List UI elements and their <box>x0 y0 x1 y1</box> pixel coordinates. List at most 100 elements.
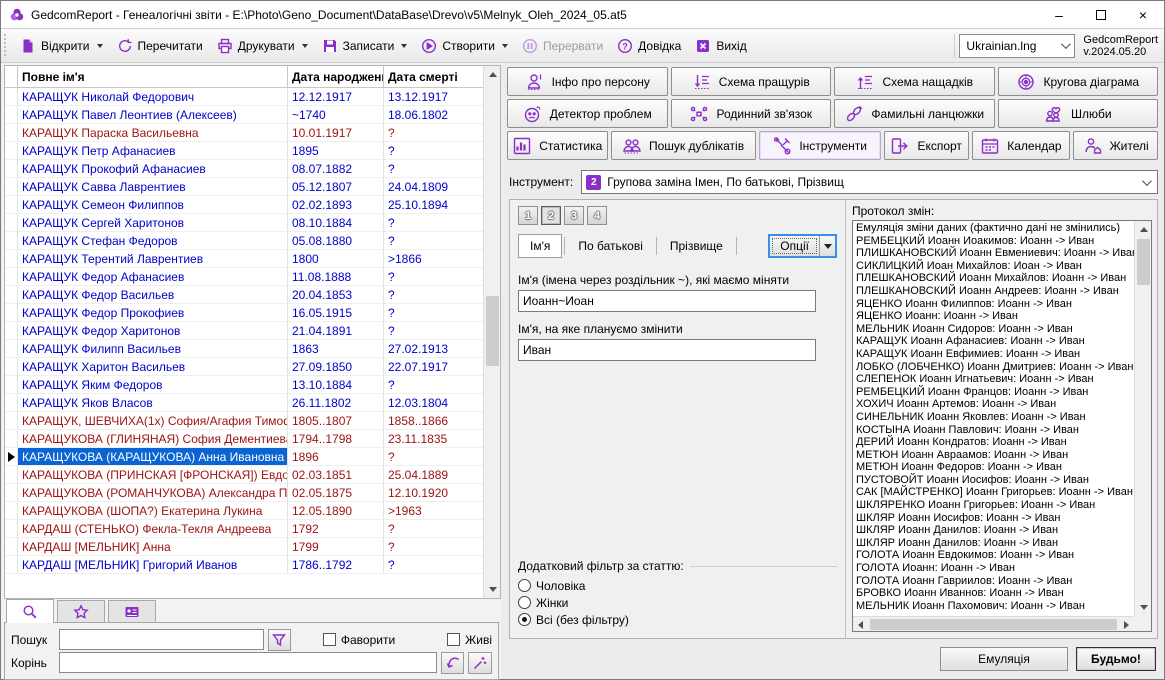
table-row[interactable]: КАРАЩУКОВА (ГЛИНЯНАЯ) София Дементиева17… <box>5 430 500 448</box>
cell-birth-date[interactable]: 10.01.1917 <box>288 124 384 141</box>
cell-birth-date[interactable]: 11.08.1888 <box>288 268 384 285</box>
cell-birth-date[interactable]: 1786..1792 <box>288 556 384 573</box>
cell-death-date[interactable]: 22.07.1917 <box>384 358 472 375</box>
table-vertical-scrollbar[interactable] <box>483 66 500 598</box>
cell-full-name[interactable]: КАРАЩУК Параска Васильевна <box>18 124 288 141</box>
cell-death-date[interactable]: ? <box>384 214 472 231</box>
chevron-down-icon[interactable] <box>502 44 508 48</box>
cell-birth-date[interactable]: 13.10.1884 <box>288 376 384 393</box>
chevron-down-icon[interactable] <box>401 44 407 48</box>
cell-death-date[interactable]: >1866 <box>384 250 472 267</box>
feature-residents-button[interactable]: Жителі <box>1073 131 1158 160</box>
table-row[interactable]: КАРАЩУК Сергей Харитонов08.10.1884? <box>5 214 500 232</box>
cell-death-date[interactable]: 12.03.1804 <box>384 394 472 411</box>
cell-death-date[interactable]: ? <box>384 304 472 321</box>
cell-full-name[interactable]: КАРАЩУК Федор Прокофиев <box>18 304 288 321</box>
scroll-right-icon[interactable] <box>1119 617 1134 632</box>
feature-descendants-scheme-button[interactable]: Схема нащадків <box>834 67 995 96</box>
feature-calendar-button[interactable]: Календар <box>972 131 1071 160</box>
cell-full-name[interactable]: КАРАЩУК Прокофий Афанасиев <box>18 160 288 177</box>
feature-family-chains-button[interactable]: Фамильні ланцюжки <box>834 99 995 128</box>
cell-death-date[interactable]: 18.06.1802 <box>384 106 472 123</box>
cell-birth-date[interactable]: 12.05.1890 <box>288 502 384 519</box>
header-birth-date[interactable]: Дата народження <box>288 66 384 87</box>
tool-select[interactable]: 2 Групова заміна Імен, По батькові, Пріз… <box>581 170 1158 194</box>
cell-birth-date[interactable]: 20.04.1853 <box>288 286 384 303</box>
emulation-button[interactable]: Емуляція <box>940 647 1068 671</box>
cell-full-name[interactable]: КАРАЩУК Терентий Лаврентиев <box>18 250 288 267</box>
cell-full-name[interactable]: КАРАЩУКОВА (КАРАЩУКОВА) Анна Ивановна <box>18 448 288 465</box>
person-tab-magnifier[interactable] <box>6 599 54 623</box>
cell-birth-date[interactable]: 21.04.1891 <box>288 322 384 339</box>
cell-birth-date[interactable]: 02.03.1851 <box>288 466 384 483</box>
cell-death-date[interactable]: ? <box>384 286 472 303</box>
cell-birth-date[interactable]: 1800 <box>288 250 384 267</box>
cell-death-date[interactable]: 12.10.1920 <box>384 484 472 501</box>
cell-birth-date[interactable]: 05.08.1880 <box>288 232 384 249</box>
cell-full-name[interactable]: КАРАЩУК Савва Лаврентиев <box>18 178 288 195</box>
gender-radio-0[interactable]: Чоловіка <box>518 577 837 594</box>
cell-full-name[interactable]: КАРАЩУК Стефан Федоров <box>18 232 288 249</box>
cell-full-name[interactable]: КАРАЩУК Павел Леонтиев (Алексеев) <box>18 106 288 123</box>
table-row[interactable]: КАРДАШ [МЕЛЬНИК] Григорий Иванов1786..17… <box>5 556 500 574</box>
filter-button[interactable] <box>268 629 291 651</box>
cell-full-name[interactable]: КАРАЩУК Семеон Филиппов <box>18 196 288 213</box>
step-3-button[interactable]: 3 <box>564 206 584 225</box>
protocol-horizontal-scrollbar[interactable] <box>853 616 1134 631</box>
table-row[interactable]: КАРДАШ [МЕЛЬНИК] Анна1799? <box>5 538 500 556</box>
cell-full-name[interactable]: КАРАЩУК Харитон Васильев <box>18 358 288 375</box>
table-row[interactable]: КАРАЩУК Федор Харитонов21.04.1891? <box>5 322 500 340</box>
search-input[interactable] <box>59 629 264 650</box>
cell-death-date[interactable]: 25.10.1894 <box>384 196 472 213</box>
table-row[interactable]: КАРАЩУК Параска Васильевна10.01.1917? <box>5 124 500 142</box>
cell-birth-date[interactable]: 1792 <box>288 520 384 537</box>
table-scroll-thumb[interactable] <box>486 296 499 366</box>
table-row[interactable]: КАРАЩУК Федор Васильев20.04.1853? <box>5 286 500 304</box>
tab-surname[interactable]: Прізвище <box>659 235 734 257</box>
cell-birth-date[interactable]: 27.09.1850 <box>288 358 384 375</box>
cell-death-date[interactable]: ? <box>384 538 472 555</box>
toolbar-play-circle-button[interactable]: Створити <box>414 33 515 59</box>
table-row[interactable]: КАРАЩУК Петр Афанасиев1895? <box>5 142 500 160</box>
cell-death-date[interactable]: ? <box>384 520 472 537</box>
table-row[interactable]: КАРАЩУК Павел Леонтиев (Алексеев)~174018… <box>5 106 500 124</box>
table-row[interactable]: КАРАЩУК Филипп Васильев186327.02.1913 <box>5 340 500 358</box>
feature-export-button[interactable]: Експорт <box>884 131 969 160</box>
cell-full-name[interactable]: КАРДАШ [МЕЛЬНИК] Григорий Иванов <box>18 556 288 573</box>
maximize-button[interactable] <box>1080 1 1122 28</box>
cell-birth-date[interactable]: 1863 <box>288 340 384 357</box>
table-row[interactable]: КАРАЩУК Федор Афанасиев11.08.1888? <box>5 268 500 286</box>
header-death-date[interactable]: Дата смерті <box>384 66 472 87</box>
auto-root-button[interactable] <box>468 652 492 674</box>
cell-birth-date[interactable]: ~1740 <box>288 106 384 123</box>
feature-problem-detector-button[interactable]: Детектор проблем <box>507 99 668 128</box>
table-row[interactable]: КАРДАШ (СТЕНЬКО) Фекла-Текля Андреева179… <box>5 520 500 538</box>
person-tab-star[interactable] <box>57 600 105 623</box>
scroll-up-icon[interactable] <box>484 66 501 83</box>
cell-birth-date[interactable]: 08.07.1882 <box>288 160 384 177</box>
protocol-list[interactable]: Емуляція зміни даних (фактично дані не з… <box>852 220 1152 632</box>
feature-statistics-button[interactable]: Статистика <box>507 131 608 160</box>
cell-full-name[interactable]: КАРАЩУК Николай Федорович <box>18 88 288 105</box>
feature-tools-button[interactable]: Інструменти <box>759 131 881 160</box>
scroll-left-icon[interactable] <box>853 617 868 632</box>
table-row[interactable]: КАРАЩУК Терентий Лаврентиев1800>1866 <box>5 250 500 268</box>
cell-birth-date[interactable]: 26.11.1802 <box>288 394 384 411</box>
cell-full-name[interactable]: КАРАЩУК Филипп Васильев <box>18 340 288 357</box>
person-tab-id-card[interactable] <box>108 600 156 623</box>
cell-birth-date[interactable]: 1805..1807 <box>288 412 384 429</box>
cell-full-name[interactable]: КАРАЩУК Петр Афанасиев <box>18 142 288 159</box>
protocol-vertical-scrollbar[interactable] <box>1134 221 1151 616</box>
cell-full-name[interactable]: КАРАЩУКОВА (ШОПА?) Екатерина Лукина <box>18 502 288 519</box>
cell-death-date[interactable]: ? <box>384 232 472 249</box>
cell-death-date[interactable]: ? <box>384 142 472 159</box>
protocol-scroll-thumb[interactable] <box>1137 239 1150 285</box>
cell-death-date[interactable]: 23.11.1835 <box>384 430 472 447</box>
toolbar-help-circle-button[interactable]: ?Довідка <box>610 33 688 59</box>
table-row[interactable]: КАРАЩУКОВА (ШОПА?) Екатерина Лукина12.05… <box>5 502 500 520</box>
cell-full-name[interactable]: КАРАЩУК Федор Афанасиев <box>18 268 288 285</box>
cell-full-name[interactable]: КАРДАШ (СТЕНЬКО) Фекла-Текля Андреева <box>18 520 288 537</box>
cell-full-name[interactable]: КАРАЩУКОВА (ГЛИНЯНАЯ) София Дементиева <box>18 430 288 447</box>
cell-death-date[interactable]: ? <box>384 448 472 465</box>
table-row[interactable]: КАРАЩУК Яким Федоров13.10.1884? <box>5 376 500 394</box>
